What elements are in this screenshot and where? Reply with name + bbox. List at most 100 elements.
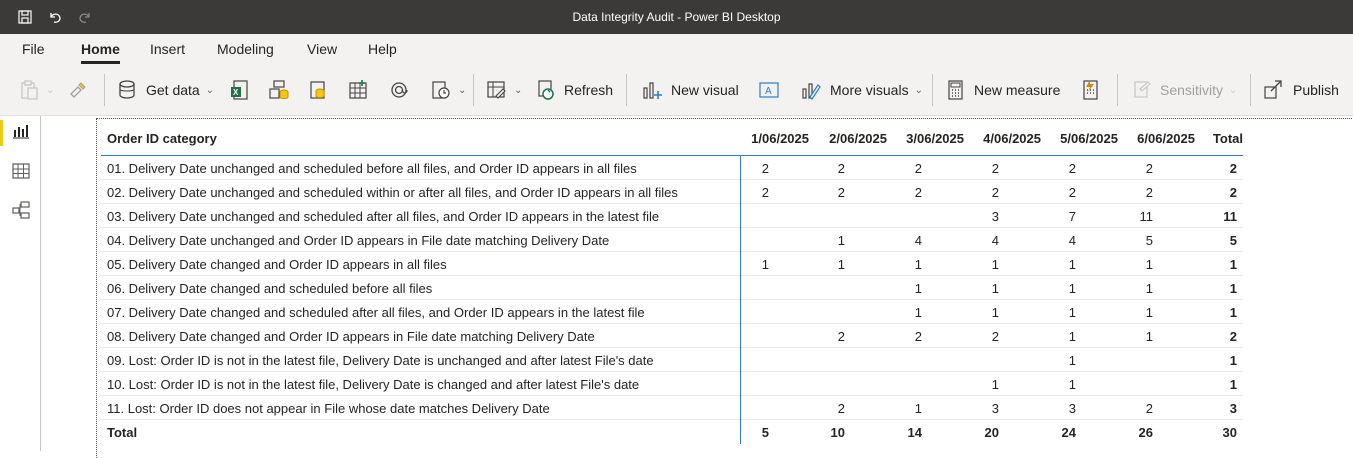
table-row[interactable]: 04. Delivery Date unchanged and Order ID… [101, 228, 1243, 252]
column-header-category[interactable]: Order ID category [107, 131, 217, 146]
onelake-button[interactable] [388, 77, 410, 103]
table-row[interactable]: 01. Delivery Date unchanged and schedule… [101, 156, 1243, 180]
value-cell: 1 [1068, 281, 1076, 296]
value-cell: 2 [991, 185, 999, 200]
table-row[interactable]: 08. Delivery Date changed and Order ID a… [101, 324, 1243, 348]
excel-workbook-button[interactable]: X [230, 77, 250, 103]
refresh-label: Refresh [564, 82, 614, 98]
tab-file[interactable]: File [22, 41, 45, 57]
tab-view[interactable]: View [307, 41, 337, 57]
get-data-button[interactable]: Get data ⌄ [118, 77, 214, 103]
row-category-label: 03. Delivery Date unchanged and schedule… [107, 209, 660, 224]
paste-button[interactable]: ⌄ [20, 77, 54, 103]
table-row[interactable]: 06. Delivery Date changed and scheduled … [101, 276, 1243, 300]
dataverse-button[interactable] [308, 77, 328, 103]
value-cell: 2 [761, 185, 769, 200]
table-row[interactable]: 10. Lost: Order ID is not in the latest … [101, 372, 1243, 396]
publish-button[interactable]: Publish [1263, 77, 1339, 103]
text-box-button[interactable]: A [758, 77, 780, 103]
column-header-date[interactable]: 4/06/2025 [961, 131, 1041, 146]
ribbon-separator [1250, 74, 1251, 106]
row-category-label: 05. Delivery Date changed and Order ID a… [107, 257, 447, 272]
table-row[interactable]: 07. Delivery Date changed and scheduled … [101, 300, 1243, 324]
value-cell: 2 [1145, 161, 1153, 176]
sensitivity-button[interactable]: Sensitivity ⌄ [1132, 77, 1237, 103]
new-visual-label: New visual [671, 82, 739, 98]
row-category-label: 10. Lost: Order ID is not in the latest … [107, 377, 640, 392]
recent-sources-icon [430, 79, 452, 101]
transform-data-button[interactable]: ⌄ [486, 77, 522, 103]
value-cell: 7 [1068, 209, 1076, 224]
ribbon-separator [932, 74, 933, 106]
value-cell: 2 [914, 161, 922, 176]
view-switcher-rail [0, 116, 41, 451]
enter-data-button[interactable] [348, 77, 368, 103]
tab-help[interactable]: Help [368, 41, 397, 57]
title-bar: Data Integrity Audit - Power BI Desktop [0, 0, 1353, 34]
value-cell: 1 [914, 281, 922, 296]
value-cell: 1 [1068, 329, 1076, 344]
column-header-date[interactable]: 5/06/2025 [1038, 131, 1118, 146]
tab-insert[interactable]: Insert [150, 41, 185, 57]
new-measure-button[interactable]: New measure [946, 77, 1060, 103]
value-cell: 2 [1145, 401, 1153, 416]
recent-sources-button[interactable]: ⌄ [430, 77, 466, 103]
value-cell: 26 [1138, 425, 1153, 440]
row-total-cell: 1 [1229, 353, 1237, 368]
value-cell: 1 [991, 257, 999, 272]
row-category-label: 09. Lost: Order ID is not in the latest … [107, 353, 654, 368]
value-cell: 3 [991, 209, 999, 224]
table-row[interactable]: 11. Lost: Order ID does not appear in Fi… [101, 396, 1243, 420]
value-cell: 1 [1145, 329, 1153, 344]
value-cell: 1 [1145, 281, 1153, 296]
value-cell: 1 [991, 281, 999, 296]
quick-measure-button[interactable] [1081, 77, 1101, 103]
row-total-cell: 1 [1229, 305, 1237, 320]
row-total-cell: 2 [1229, 329, 1237, 344]
value-cell: 24 [1061, 425, 1076, 440]
format-painter-button[interactable] [68, 77, 88, 103]
window-title: Data Integrity Audit - Power BI Desktop [572, 10, 781, 24]
report-view-icon[interactable] [12, 122, 30, 140]
table-grid-icon [348, 79, 368, 101]
column-header-date[interactable]: 2/06/2025 [807, 131, 887, 146]
text-box-icon: A [758, 79, 780, 101]
total-row[interactable]: Total 5 10 14 20 24 26 30 [101, 420, 1243, 444]
data-hub-button[interactable] [268, 77, 290, 103]
more-visuals-button[interactable]: More visuals ⌄ [800, 77, 923, 103]
value-cell: 1 [991, 305, 999, 320]
row-total-cell: 1 [1229, 257, 1237, 272]
model-view-icon[interactable] [12, 201, 30, 219]
value-cell: 1 [914, 401, 922, 416]
table-row[interactable]: 09. Lost: Order ID is not in the latest … [101, 348, 1243, 372]
chevron-down-icon: ⌄ [914, 84, 923, 96]
sensitivity-icon [1132, 79, 1152, 101]
tab-modeling[interactable]: Modeling [217, 41, 274, 57]
more-visuals-icon [800, 79, 822, 101]
value-cell: 1 [914, 305, 922, 320]
column-header-total[interactable]: Total [1163, 131, 1243, 146]
row-category-label: 08. Delivery Date changed and Order ID a… [107, 329, 595, 344]
table-row[interactable]: 05. Delivery Date changed and Order ID a… [101, 252, 1243, 276]
table-view-icon[interactable] [12, 162, 30, 180]
value-cell: 10 [830, 425, 845, 440]
value-cell: 2 [837, 161, 845, 176]
value-cell: 5 [1145, 233, 1153, 248]
table-row[interactable]: 03. Delivery Date unchanged and schedule… [101, 204, 1243, 228]
refresh-button[interactable]: Refresh [536, 77, 613, 103]
dataverse-icon [308, 79, 328, 101]
quick-measure-icon [1081, 79, 1101, 101]
sensitivity-label: Sensitivity [1160, 82, 1224, 98]
row-category-label: 06. Delivery Date changed and scheduled … [107, 281, 433, 296]
ribbon-separator [104, 74, 105, 106]
ribbon-separator [473, 74, 474, 106]
value-cell: 11 [1139, 209, 1154, 224]
new-visual-button[interactable]: New visual [641, 77, 739, 103]
menu-bar: File Home Insert Modeling View Help [0, 34, 1353, 64]
column-header-date[interactable]: 1/06/2025 [729, 131, 809, 146]
tab-home[interactable]: Home [81, 41, 120, 64]
table-row[interactable]: 02. Delivery Date unchanged and schedule… [101, 180, 1243, 204]
column-header-date[interactable]: 3/06/2025 [884, 131, 964, 146]
value-cell: 20 [984, 425, 999, 440]
publish-label: Publish [1293, 82, 1339, 98]
